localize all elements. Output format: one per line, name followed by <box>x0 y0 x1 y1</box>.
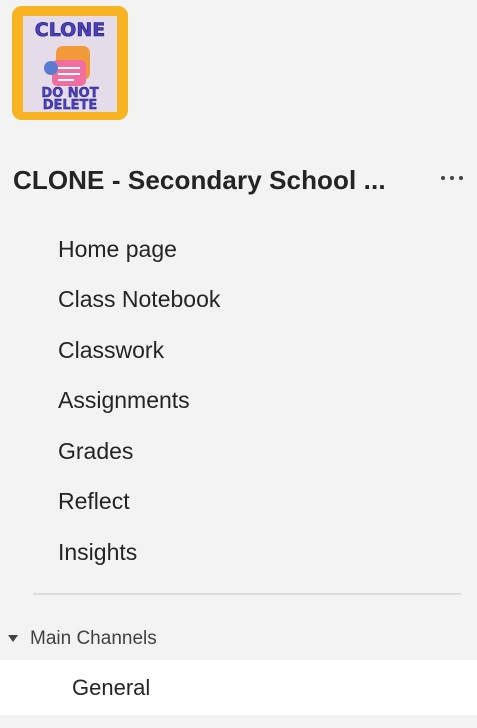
nav-item-insights[interactable]: Insights <box>0 527 477 578</box>
channel-section-label: Main Channels <box>30 628 157 649</box>
nav-item-class-notebook[interactable]: Class Notebook <box>0 275 477 326</box>
nav-item-assignments[interactable]: Assignments <box>0 376 477 427</box>
nav-item-label: Classwork <box>58 336 165 363</box>
channel-section-header[interactable]: Main Channels <box>0 624 477 654</box>
more-horizontal-icon <box>441 176 463 180</box>
team-nav: Home page Class Notebook Classwork Assig… <box>0 224 477 578</box>
logo-bottom-text-line2: DELETE <box>43 98 98 113</box>
more-options-button[interactable] <box>432 158 472 198</box>
nav-item-label: Assignments <box>58 387 190 414</box>
nav-item-label: Insights <box>58 538 138 565</box>
team-header: CLONE - Secondary School ... <box>0 158 477 202</box>
nav-item-home-page[interactable]: Home page <box>0 224 477 275</box>
nav-item-label: Class Notebook <box>58 286 221 313</box>
nav-item-grades[interactable]: Grades <box>0 426 477 477</box>
team-logo[interactable]: CLONE DO NOT DELETE <box>12 6 128 120</box>
team-name[interactable]: CLONE - Secondary School ... <box>13 165 386 196</box>
nav-divider <box>33 593 461 595</box>
nav-item-classwork[interactable]: Classwork <box>0 325 477 376</box>
channel-label: General <box>72 675 151 700</box>
nav-item-label: Home page <box>58 235 177 262</box>
caret-down-icon[interactable] <box>8 635 18 642</box>
logo-top-text: CLONE <box>35 19 105 41</box>
nav-item-label: Grades <box>58 437 134 464</box>
nav-item-reflect[interactable]: Reflect <box>0 477 477 528</box>
channel-item-general[interactable]: General <box>0 660 477 715</box>
nav-item-label: Reflect <box>58 488 130 515</box>
